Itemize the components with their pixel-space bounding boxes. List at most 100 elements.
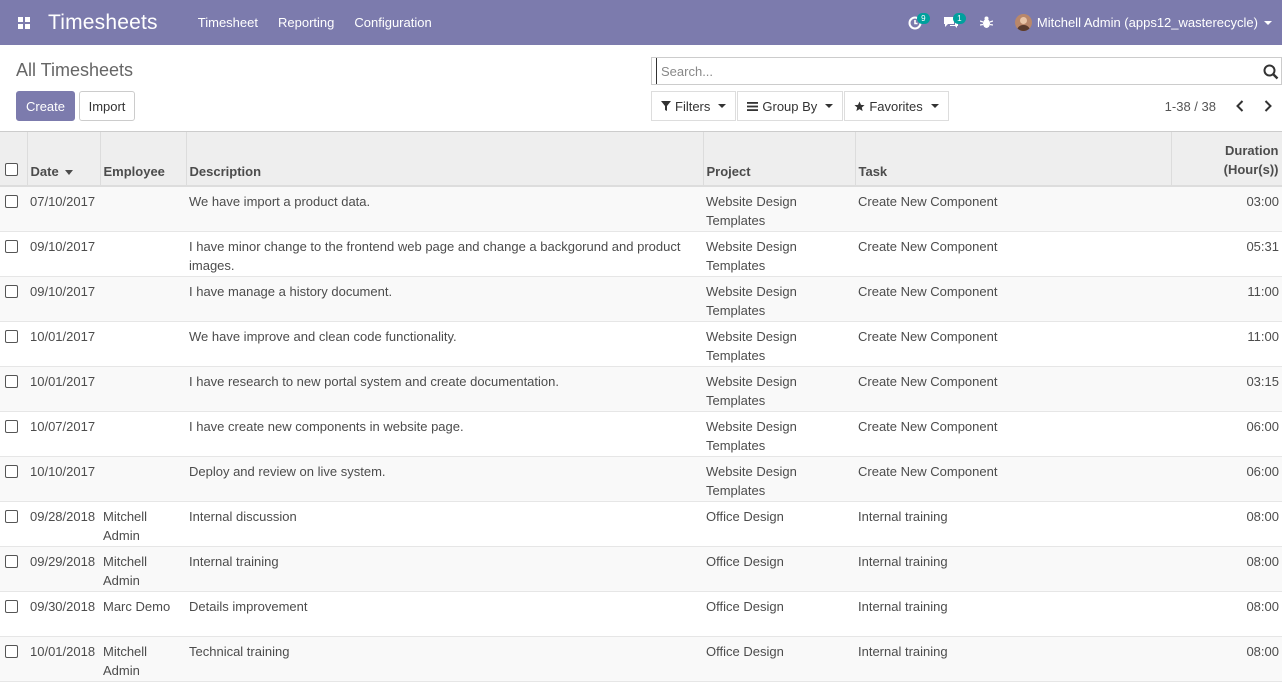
cell-project[interactable]: Website Design Templates xyxy=(703,366,855,412)
menu-configuration[interactable]: Configuration xyxy=(354,15,431,30)
row-checkbox[interactable] xyxy=(5,239,18,253)
cell-description[interactable]: We have improve and clean code functiona… xyxy=(186,321,703,367)
cell-employee[interactable] xyxy=(100,276,186,322)
cell-task[interactable]: Create New Component xyxy=(855,321,1171,367)
cell-duration[interactable]: 06:00 xyxy=(1171,411,1282,457)
cell-description[interactable]: I have minor change to the frontend web … xyxy=(186,231,703,277)
cell-employee[interactable]: Mitchell Admin xyxy=(100,546,186,592)
cell-date[interactable]: 07/10/2017 xyxy=(27,186,100,232)
cell-duration[interactable]: 11:00 xyxy=(1171,321,1282,367)
cell-employee[interactable]: Mitchell Admin xyxy=(100,636,186,682)
row-checkbox[interactable] xyxy=(5,554,18,568)
menu-reporting[interactable]: Reporting xyxy=(278,15,334,30)
table-row[interactable]: 09/10/2017 I have manage a history docume… xyxy=(0,276,1282,322)
debug-menu[interactable] xyxy=(973,0,1001,45)
row-checkbox[interactable] xyxy=(5,419,18,433)
cell-project[interactable]: Office Design xyxy=(703,546,855,592)
cell-task[interactable]: Internal training xyxy=(855,501,1171,547)
table-row[interactable]: 09/28/2018 Mitchell Admin Internal discuss… xyxy=(0,501,1282,547)
pager-next-button[interactable] xyxy=(1254,98,1282,114)
table-row[interactable]: 10/01/2017 I have research to new portal … xyxy=(0,366,1282,412)
cell-employee[interactable]: Mitchell Admin xyxy=(100,501,186,547)
table-row[interactable]: 10/07/2017 I have create new components i… xyxy=(0,411,1282,457)
cell-project[interactable]: Website Design Templates xyxy=(703,411,855,457)
cell-duration[interactable]: 11:00 xyxy=(1171,276,1282,322)
search-input[interactable] xyxy=(656,58,1251,84)
import-button[interactable]: Import xyxy=(79,91,135,121)
column-header-employee[interactable]: Employee xyxy=(100,132,187,187)
cell-date[interactable]: 10/01/2018 xyxy=(27,636,100,682)
cell-description[interactable]: I have manage a history document. xyxy=(186,276,703,322)
cell-date[interactable]: 09/29/2018 xyxy=(27,546,100,592)
cell-duration[interactable]: 08:00 xyxy=(1171,591,1282,637)
table-row[interactable]: 07/10/2017 We have import a product data.… xyxy=(0,186,1282,232)
cell-employee[interactable] xyxy=(100,456,186,502)
cell-duration[interactable]: 03:15 xyxy=(1171,366,1282,412)
cell-description[interactable]: Internal training xyxy=(186,546,703,592)
cell-date[interactable]: 09/28/2018 xyxy=(27,501,100,547)
cell-project[interactable]: Website Design Templates xyxy=(703,186,855,232)
cell-task[interactable]: Create New Component xyxy=(855,231,1171,277)
cell-project[interactable]: Office Design xyxy=(703,591,855,637)
cell-project[interactable]: Office Design xyxy=(703,636,855,682)
column-header-description[interactable]: Description xyxy=(186,132,704,187)
cell-task[interactable]: Internal training xyxy=(855,636,1171,682)
cell-project[interactable]: Office Design xyxy=(703,501,855,547)
table-row[interactable]: 09/30/2018 Marc Demo Details improvement Of… xyxy=(0,591,1282,637)
cell-employee[interactable] xyxy=(100,321,186,367)
cell-date[interactable]: 10/01/2017 xyxy=(27,366,100,412)
create-button[interactable]: Create xyxy=(16,91,75,121)
cell-description[interactable]: We have import a product data. xyxy=(186,186,703,232)
cell-project[interactable]: Website Design Templates xyxy=(703,276,855,322)
cell-date[interactable]: 10/01/2017 xyxy=(27,321,100,367)
cell-description[interactable]: Deploy and review on live system. xyxy=(186,456,703,502)
cell-employee[interactable] xyxy=(100,366,186,412)
cell-task[interactable]: Create New Component xyxy=(855,186,1171,232)
row-checkbox[interactable] xyxy=(5,374,18,388)
cell-date[interactable]: 09/10/2017 xyxy=(27,231,100,277)
cell-date[interactable]: 10/10/2017 xyxy=(27,456,100,502)
cell-employee[interactable] xyxy=(100,186,186,232)
favorites-button[interactable]: Favorites xyxy=(844,91,949,121)
messaging-menu[interactable]: 1 xyxy=(937,0,966,45)
cell-duration[interactable]: 06:00 xyxy=(1171,456,1282,502)
cell-duration[interactable]: 08:00 xyxy=(1171,636,1282,682)
apps-menu-icon[interactable] xyxy=(0,0,48,45)
row-checkbox[interactable] xyxy=(5,599,18,613)
cell-project[interactable]: Website Design Templates xyxy=(703,231,855,277)
cell-employee[interactable]: Marc Demo xyxy=(100,591,186,637)
menu-timesheet[interactable]: Timesheet xyxy=(198,15,258,30)
groupby-button[interactable]: Group By xyxy=(737,91,844,121)
pager-previous-button[interactable] xyxy=(1226,98,1254,114)
table-row[interactable]: 10/10/2017 Deploy and review on live syst… xyxy=(0,456,1282,502)
cell-description[interactable]: Internal discussion xyxy=(186,501,703,547)
cell-duration[interactable]: 03:00 xyxy=(1171,186,1282,232)
cell-employee[interactable] xyxy=(100,411,186,457)
cell-description[interactable]: Details improvement xyxy=(186,591,703,637)
cell-description[interactable]: Technical training xyxy=(186,636,703,682)
row-checkbox[interactable] xyxy=(5,195,18,208)
cell-date[interactable]: 10/07/2017 xyxy=(27,411,100,457)
cell-duration[interactable]: 05:31 xyxy=(1171,231,1282,277)
row-checkbox[interactable] xyxy=(5,644,18,658)
cell-task[interactable]: Create New Component xyxy=(855,456,1171,502)
cell-task[interactable]: Create New Component xyxy=(855,366,1171,412)
cell-task[interactable]: Create New Component xyxy=(855,276,1171,322)
row-checkbox[interactable] xyxy=(5,509,18,523)
column-header-task[interactable]: Task xyxy=(855,132,1172,187)
column-header-duration[interactable]: Duration (Hour(s)) xyxy=(1171,132,1282,187)
cell-duration[interactable]: 08:00 xyxy=(1171,501,1282,547)
cell-task[interactable]: Internal training xyxy=(855,546,1171,592)
cell-description[interactable]: I have research to new portal system and… xyxy=(186,366,703,412)
cell-task[interactable]: Internal training xyxy=(855,591,1171,637)
activity-menu[interactable]: 9 xyxy=(901,0,930,45)
filters-button[interactable]: Filters xyxy=(651,91,737,121)
search-icon[interactable] xyxy=(1263,64,1279,80)
cell-date[interactable]: 09/30/2018 xyxy=(27,591,100,637)
select-all-checkbox[interactable] xyxy=(5,163,18,176)
row-checkbox[interactable] xyxy=(5,284,18,298)
cell-project[interactable]: Website Design Templates xyxy=(703,321,855,367)
table-row[interactable]: 10/01/2018 Mitchell Admin Technical traini… xyxy=(0,636,1282,682)
cell-employee[interactable] xyxy=(100,231,186,277)
cell-description[interactable]: I have create new components in website … xyxy=(186,411,703,457)
